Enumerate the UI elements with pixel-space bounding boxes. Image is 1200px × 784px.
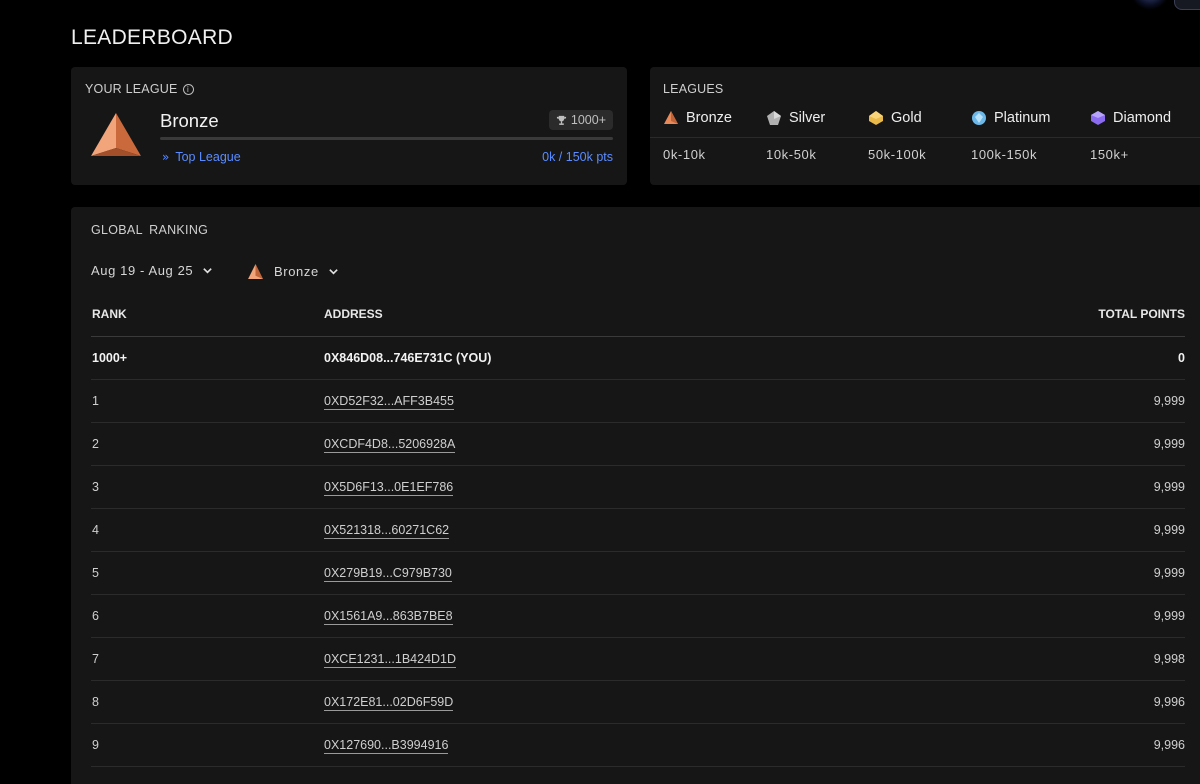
bronze-emblem-icon [91,113,141,156]
points-cell: 9,999 [1153,437,1185,451]
league-name: Gold [891,110,922,126]
table-row: 1 0XD52F32...AFF3B455 9,999 [91,380,1185,423]
gold-icon [869,111,883,125]
info-icon[interactable]: i [182,83,194,95]
league-silver: Silver [766,110,825,126]
address-link[interactable]: 0X279B19...C979B730 [324,566,452,582]
rank-cell: 1000+ [92,351,128,365]
league-platinum: Platinum [971,110,1050,126]
address-link[interactable]: 0X127690...B3994916 [324,738,449,754]
league-progress-bar [160,137,613,140]
points-cell: 9,999 [1153,394,1185,408]
column-rank: RANK [92,307,127,321]
rank-cell: 7 [92,652,99,666]
points-cell: 9,999 [1153,566,1185,580]
rank-badge: 1000+ [548,110,613,130]
league-range: 50k-100k [868,147,927,162]
chevron-down-icon [329,269,338,275]
table-row: 6 0X1561A9...863B7BE8 9,999 [91,595,1185,638]
bronze-icon [664,111,678,124]
address-cell: 0X846D08...746E731C (YOU) [324,351,492,365]
table-row-you: 1000+ 0X846D08...746E731C (YOU) 0 [91,337,1185,380]
current-league-name: Bronze [160,110,219,131]
points-cell: 0 [1178,351,1185,365]
global-ranking-header: GLOBAL RANKING [91,223,209,237]
glow-decoration [1130,0,1170,10]
address-link[interactable]: 0XD52F32...AFF3B455 [324,394,454,410]
your-league-header: YOUR LEAGUE i [85,82,194,96]
rank-badge-label: 1000+ [570,113,606,127]
rank-cell: 2 [92,437,99,451]
rank-cell: 9 [92,738,99,752]
your-league-header-label: YOUR LEAGUE [85,82,178,96]
page-title: LEADERBOARD [71,26,234,49]
table-row: 5 0X279B19...C979B730 9,999 [91,552,1185,595]
chevron-down-icon [203,268,213,274]
leagues-card: LEAGUES Bronze Silver Gold Platinum Diam… [650,67,1200,185]
league-name: Silver [789,110,826,126]
address-link[interactable]: 0X5D6F13...0E1EF786 [324,480,454,496]
table-row: 2 0XCDF4D8...5206928A 9,999 [91,423,1185,466]
league-bronze: Bronze [663,110,732,126]
bronze-icon [248,264,263,279]
address-link[interactable]: 0XCDF4D8...5206928A [324,437,456,453]
top-right-button[interactable] [1174,0,1200,10]
platinum-icon [972,111,986,125]
league-name: Platinum [994,110,1051,126]
rank-cell: 3 [92,480,99,494]
leagues-divider [650,137,1200,138]
league-range: 150k+ [1090,147,1129,162]
table-header: RANK ADDRESS TOTAL POINTS [91,297,1185,337]
league-points: 0k / 150k pts [542,150,613,164]
rank-cell: 1 [92,394,99,408]
league-name: Diamond [1113,110,1172,126]
double-chevron-icon: » [162,150,170,164]
diamond-icon [1091,111,1105,125]
league-range: 10k-50k [766,147,817,162]
points-cell: 9,999 [1153,523,1185,537]
silver-icon [767,111,781,125]
rank-cell: 8 [92,695,99,709]
league-gold: Gold [868,110,922,126]
points-cell: 9,999 [1153,480,1185,494]
date-range-dropdown[interactable]: Aug 19 - Aug 25 [91,263,213,278]
league-range: 100k-150k [971,147,1038,162]
table-row: 7 0XCE1231...1B424D1D 9,998 [91,638,1185,681]
address-link[interactable]: 0X172E81...02D6F59D [324,695,454,711]
league-name: Bronze [686,110,732,126]
trophy-icon [556,115,566,125]
league-range: 0k-10k [663,147,706,162]
points-cell: 9,996 [1153,695,1185,709]
your-league-card: YOUR LEAGUE i Bronze 1000+ » Top League … [71,67,627,185]
rank-cell: 6 [92,609,99,623]
table-row: 9 0X127690...B3994916 9,996 [91,724,1185,767]
table-row: 8 0X172E81...02D6F59D 9,996 [91,681,1185,724]
rank-cell: 5 [92,566,99,580]
league-diamond: Diamond [1090,110,1171,126]
points-cell: 9,996 [1153,738,1185,752]
date-range-label: Aug 19 - Aug 25 [91,263,194,278]
address-link[interactable]: 0X521318...60271C62 [324,523,450,539]
ranking-table: RANK ADDRESS TOTAL POINTS 1000+ 0X846D08… [91,297,1185,767]
rank-cell: 4 [92,523,99,537]
points-cell: 9,999 [1153,609,1185,623]
address-link[interactable]: 0X1561A9...863B7BE8 [324,609,453,625]
address-link[interactable]: 0XCE1231...1B424D1D [324,652,457,668]
table-row: 3 0X5D6F13...0E1EF786 9,999 [91,466,1185,509]
league-filter-label: Bronze [274,264,319,279]
league-filter-dropdown[interactable]: Bronze [246,263,339,280]
column-total-points: TOTAL POINTS [1098,307,1185,321]
global-ranking-card: GLOBAL RANKING Aug 19 - Aug 25 Bronze RA… [71,207,1200,784]
leagues-header: LEAGUES [663,82,724,96]
table-row: 4 0X521318...60271C62 9,999 [91,509,1185,552]
top-league-label: Top League [175,150,241,164]
top-league-link[interactable]: » Top League [162,150,241,164]
column-address: ADDRESS [324,307,383,321]
points-cell: 9,998 [1153,652,1185,666]
leaderboard-page: LEADERBOARD YOUR LEAGUE i Bronze 1000+ » [0,0,1200,784]
leagues-row: Bronze Silver Gold Platinum Diamond [663,110,1200,138]
